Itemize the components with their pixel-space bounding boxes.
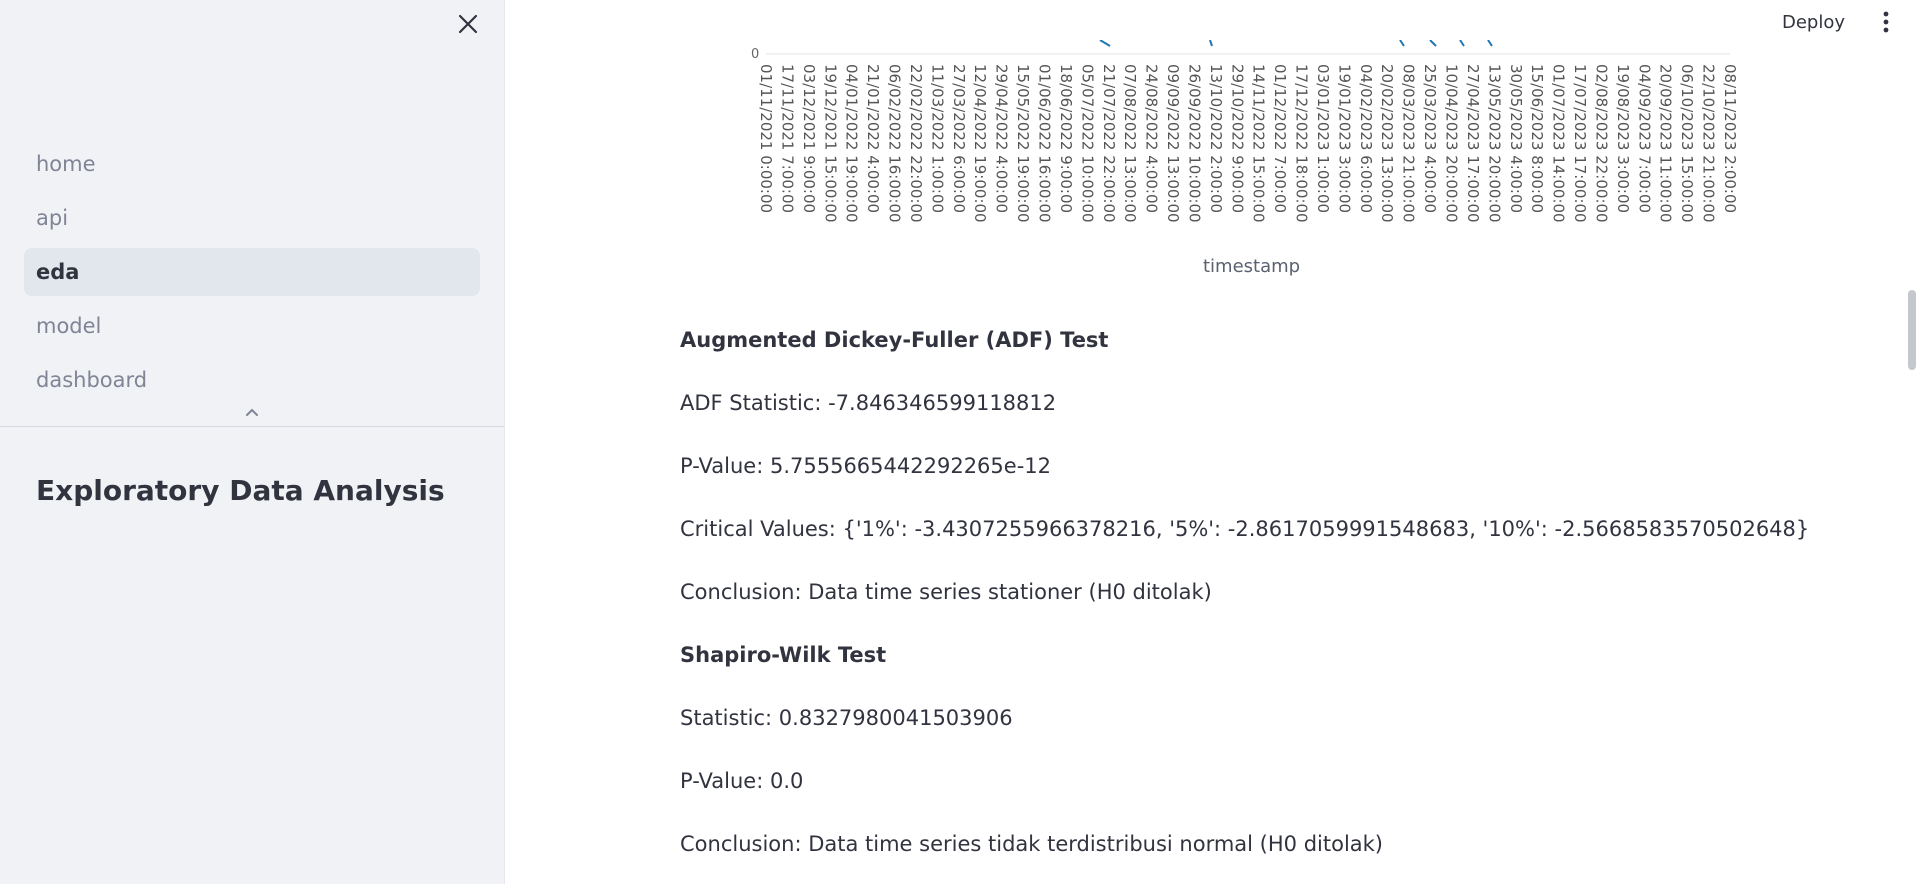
x-tick-label: 12/04/2022 19:00:00 xyxy=(971,64,989,223)
x-tick-label: 27/03/2022 6:00:00 xyxy=(950,64,968,213)
main-scrollbar[interactable] xyxy=(1904,0,1920,884)
shapiro-heading: Shapiro-Wilk Test xyxy=(680,643,887,667)
x-tick-label: 05/07/2022 10:00:00 xyxy=(1078,64,1096,223)
adf-heading: Augmented Dickey-Fuller (ADF) Test xyxy=(680,328,1109,352)
series-line-fragment xyxy=(1459,40,1465,47)
x-tick-label: 14/11/2022 15:00:00 xyxy=(1250,64,1268,223)
kebab-menu-icon xyxy=(1883,11,1889,33)
x-tick-label: 13/10/2022 2:00:00 xyxy=(1207,64,1225,213)
adf-conclusion: Conclusion: Data time series stationer (… xyxy=(680,580,1212,604)
sidebar-item-eda[interactable]: eda xyxy=(24,248,480,296)
x-tick-label: 02/08/2023 22:00:00 xyxy=(1592,64,1610,223)
x-axis-title: timestamp xyxy=(1203,256,1301,277)
x-tick-label: 19/12/2021 15:00:00 xyxy=(821,64,839,223)
x-tick-label: 09/09/2022 13:00:00 xyxy=(1164,64,1182,223)
shapiro-p-value: P-Value: 0.0 xyxy=(680,769,804,793)
x-tick-label: 17/12/2022 18:00:00 xyxy=(1293,64,1311,223)
x-tick-label: 18/06/2022 9:00:00 xyxy=(1057,64,1075,213)
adf-p-value: P-Value: 5.7555665442292265e-12 xyxy=(680,454,1051,478)
x-tick-label: 01/07/2023 14:00:00 xyxy=(1550,64,1568,223)
x-tick-label: 06/02/2022 16:00:00 xyxy=(886,64,904,223)
sidebar-divider xyxy=(0,426,504,427)
sidebar-item-home[interactable]: home xyxy=(24,140,480,188)
x-tick-label: 04/09/2023 7:00:00 xyxy=(1635,64,1653,213)
chevron-up-icon xyxy=(246,408,258,416)
series-line-fragment xyxy=(1429,40,1437,47)
x-tick-label: 08/11/2023 2:00:00 xyxy=(1721,64,1739,213)
x-tick-label: 10/04/2023 20:00:00 xyxy=(1443,64,1461,223)
adf-statistic: ADF Statistic: -7.846346599118812 xyxy=(680,391,1057,415)
x-tick-label: 04/02/2023 6:00:00 xyxy=(1357,64,1375,213)
x-tick-label: 21/07/2022 22:00:00 xyxy=(1100,64,1118,223)
sidebar-page-title: Exploratory Data Analysis xyxy=(36,474,445,507)
x-tick-label: 13/05/2023 20:00:00 xyxy=(1485,64,1503,223)
x-tick-label: 07/08/2022 13:00:00 xyxy=(1121,64,1139,223)
x-tick-label: 24/08/2022 4:00:00 xyxy=(1143,64,1161,213)
x-tick-label: 15/05/2022 19:00:00 xyxy=(1014,64,1032,223)
x-tick-label: 27/04/2023 17:00:00 xyxy=(1464,64,1482,223)
sidebar-nav: home api eda model dashboard xyxy=(24,140,480,410)
sidebar: home api eda model dashboard Exploratory… xyxy=(0,0,505,884)
x-tick-label: 20/02/2023 13:00:00 xyxy=(1378,64,1396,223)
main-menu-button[interactable] xyxy=(1872,8,1900,36)
x-tick-label: 08/03/2023 21:00:00 xyxy=(1400,64,1418,223)
adf-critical-values: Critical Values: {'1%': -3.4307255966378… xyxy=(680,517,1810,541)
x-tick-label: 06/10/2023 15:00:00 xyxy=(1678,64,1696,223)
x-tick-label: 26/09/2022 10:00:00 xyxy=(1185,64,1203,223)
x-tick-label: 20/09/2023 11:00:00 xyxy=(1657,64,1675,223)
x-tick-label: 01/06/2022 16:00:00 xyxy=(1035,64,1053,223)
x-tick-label: 15/06/2023 8:00:00 xyxy=(1528,64,1546,213)
x-tick-label: 11/03/2022 1:00:00 xyxy=(928,64,946,213)
x-tick-label: 04/01/2022 19:00:00 xyxy=(843,64,861,223)
sidebar-item-api[interactable]: api xyxy=(24,194,480,242)
close-sidebar-button[interactable] xyxy=(454,10,482,38)
shapiro-statistic: Statistic: 0.8327980041503906 xyxy=(680,706,1013,730)
x-tick-label: 01/11/2021 0:00:00 xyxy=(757,64,775,213)
x-tick-label: 17/11/2021 7:00:00 xyxy=(778,64,796,213)
x-tick-label: 21/01/2022 4:00:00 xyxy=(864,64,882,213)
series-line-fragment xyxy=(1209,40,1213,47)
x-tick-label: 19/01/2023 3:00:00 xyxy=(1335,64,1353,213)
series-line-fragment xyxy=(1399,40,1405,47)
x-tick-label: 19/08/2023 3:00:00 xyxy=(1614,64,1632,213)
collapse-nav-button[interactable] xyxy=(244,404,260,420)
series-line-fragment xyxy=(1487,40,1493,47)
shapiro-conclusion: Conclusion: Data time series tidak terdi… xyxy=(680,832,1383,856)
scrollbar-thumb[interactable] xyxy=(1908,290,1916,370)
sidebar-item-model[interactable]: model xyxy=(24,302,480,350)
x-tick-label: 03/12/2021 9:00:00 xyxy=(800,64,818,213)
deploy-button[interactable]: Deploy xyxy=(1772,8,1855,36)
x-tick-label: 22/10/2023 21:00:00 xyxy=(1700,64,1718,223)
close-icon xyxy=(458,14,478,34)
series-line-fragment xyxy=(1099,40,1111,47)
test-results: Augmented Dickey-Fuller (ADF) Test ADF S… xyxy=(680,328,1810,895)
x-tick-label: 22/02/2022 22:00:00 xyxy=(907,64,925,223)
x-tick-label: 17/07/2023 17:00:00 xyxy=(1571,64,1589,223)
x-tick-label: 29/10/2022 9:00:00 xyxy=(1228,64,1246,213)
x-tick-label: 25/03/2023 4:00:00 xyxy=(1421,64,1439,213)
x-tick-label: 30/05/2023 4:00:00 xyxy=(1507,64,1525,213)
timeseries-chart: 01/11/2021 0:00:00 17/11/2021 7:00:00 03/1… xyxy=(757,40,1739,223)
sidebar-item-dashboard[interactable]: dashboard xyxy=(24,356,480,404)
x-tick-label: 03/01/2023 1:00:00 xyxy=(1314,64,1332,213)
x-tick-label: 29/04/2022 4:00:00 xyxy=(993,64,1011,213)
x-tick-label: 01/12/2022 7:00:00 xyxy=(1271,64,1289,213)
